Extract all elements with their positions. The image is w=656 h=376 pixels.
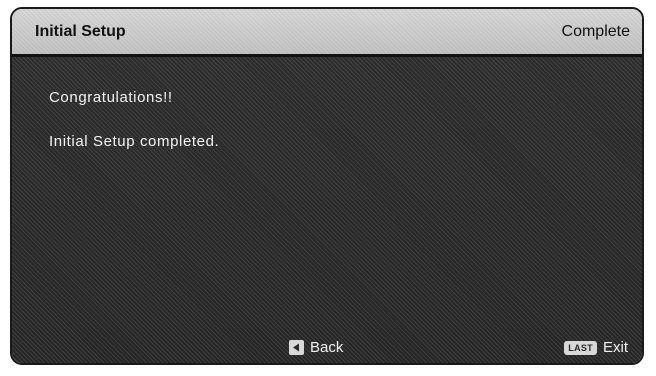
title-bar: Initial Setup Complete bbox=[12, 9, 642, 57]
exit-button[interactable]: LAST Exit bbox=[564, 339, 628, 356]
dialog-body: Congratulations!! Initial Setup complete… bbox=[12, 57, 642, 363]
setup-dialog: Initial Setup Complete Congratulations!!… bbox=[10, 7, 644, 365]
dialog-title: Initial Setup bbox=[35, 23, 126, 40]
step-label: Complete bbox=[561, 23, 630, 40]
footer-bar: Back LAST Exit bbox=[12, 335, 642, 363]
back-button[interactable]: Back bbox=[289, 339, 343, 356]
back-label: Back bbox=[310, 339, 344, 356]
congratulations-text: Congratulations!! bbox=[49, 89, 173, 106]
exit-label: Exit bbox=[602, 339, 628, 356]
back-key-icon bbox=[289, 340, 304, 355]
last-key-icon: LAST bbox=[564, 340, 597, 355]
completed-text: Initial Setup completed. bbox=[49, 133, 220, 150]
